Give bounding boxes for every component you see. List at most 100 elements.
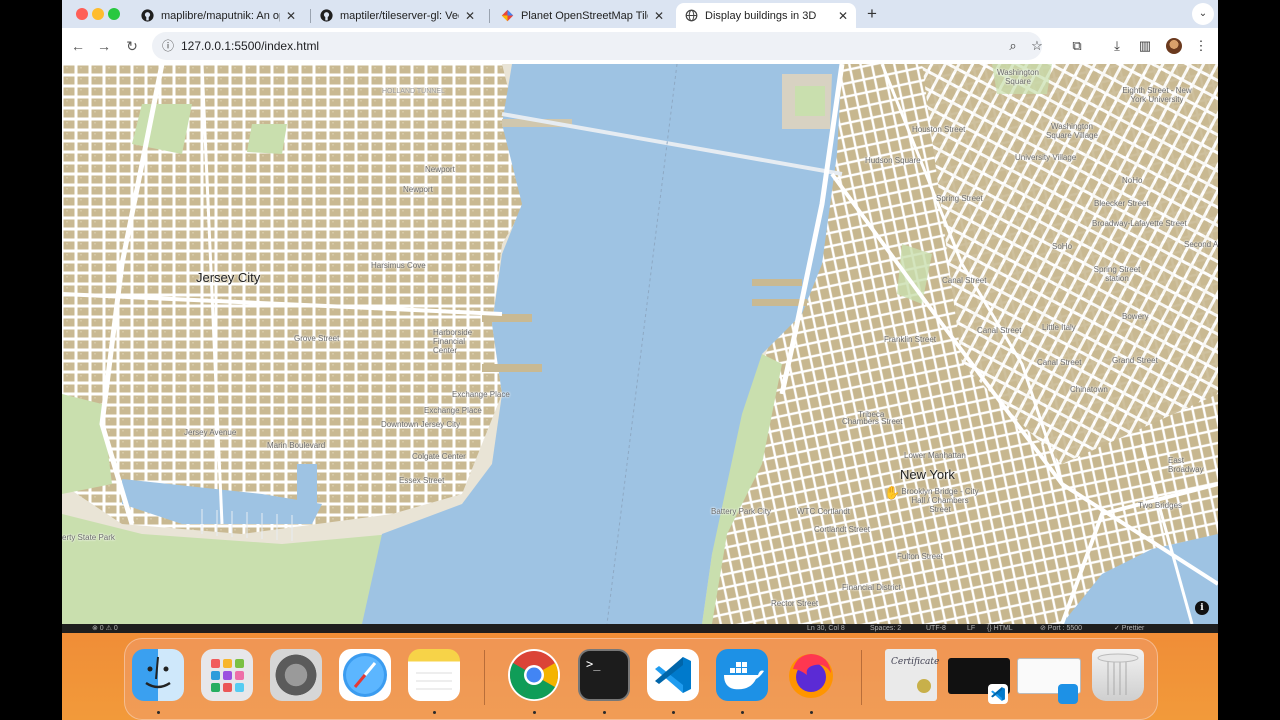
info-icon[interactable]: i xyxy=(1195,601,1209,615)
map-label: Chinatown xyxy=(1070,385,1108,394)
profile-avatar[interactable] xyxy=(1166,38,1182,54)
tab-search-button[interactable]: ⌄ xyxy=(1192,3,1214,25)
vscode-icon[interactable] xyxy=(647,649,699,701)
certificate-icon[interactable]: Certificate xyxy=(885,649,939,701)
language-mode[interactable]: {} HTML xyxy=(987,624,1013,633)
map-label: Canal Street xyxy=(942,276,987,285)
back-button[interactable]: ← xyxy=(69,37,87,55)
encoding[interactable]: UTF-8 xyxy=(926,624,946,633)
map-label: Spring Street station xyxy=(1093,265,1141,283)
map-label: Eighth Street - New York University xyxy=(1122,86,1192,104)
city-label: Jersey City xyxy=(196,270,261,285)
chrome-icon[interactable] xyxy=(508,649,560,701)
map-label: Grove Street xyxy=(294,334,340,343)
cursor-position[interactable]: Ln 30, Col 8 xyxy=(807,624,845,633)
osm-icon xyxy=(500,9,514,23)
zoom-window-button[interactable] xyxy=(108,8,120,20)
map-label: Two Bridges xyxy=(1138,501,1183,510)
github-icon xyxy=(140,9,154,23)
map-label: Grand Street xyxy=(1112,356,1158,365)
hand-cursor-icon: ✋ xyxy=(884,485,901,500)
tab-planet-osm[interactable]: Planet OpenStreetMap Tiles, i ✕ xyxy=(492,3,672,28)
map-label: Colgate Center xyxy=(412,452,466,461)
problems-indicator[interactable]: ⊗ 0 ⚠ 0 xyxy=(92,624,118,633)
map-label: Washington Square Village xyxy=(1046,122,1098,140)
terminal-icon[interactable]: >_ xyxy=(578,649,630,701)
tab-title: Display buildings in 3D xyxy=(705,9,817,22)
zoom-icon[interactable]: ⌕ xyxy=(1005,38,1021,54)
address-bar[interactable]: ⓘ 127.0.0.1:5500/index.html ⌕ ☆ xyxy=(152,32,1045,60)
tab-title: maptiler/tileserver-gl: Vector xyxy=(340,9,459,22)
tab-tileserver[interactable]: maptiler/tileserver-gl: Vector ✕ xyxy=(311,3,483,28)
map-label: Canal Street xyxy=(1037,358,1082,367)
map-label: Bowery xyxy=(1122,312,1149,321)
map-label: Exchange Place xyxy=(424,406,482,415)
close-tab-icon[interactable]: ✕ xyxy=(838,9,848,23)
map-label: Harborside Financial Center xyxy=(433,328,473,355)
map-label: Houston Street xyxy=(912,125,966,134)
notes-icon[interactable] xyxy=(408,649,460,701)
map-label: Jersey Avenue xyxy=(184,428,237,437)
menu-icon[interactable]: ⋮ xyxy=(1193,38,1209,54)
url-text[interactable]: 127.0.0.1:5500/index.html xyxy=(181,39,319,53)
close-tab-icon[interactable]: ✕ xyxy=(654,9,664,23)
tab-title: maplibre/maputnik: An open s xyxy=(161,9,280,22)
map-label: East Broadway xyxy=(1168,456,1204,474)
map-label: Marin Boulevard xyxy=(267,441,326,450)
extensions-icon[interactable]: ⧉ xyxy=(1069,38,1085,54)
close-window-button[interactable] xyxy=(76,8,88,20)
globe-icon xyxy=(684,9,698,23)
map-label: Financial District xyxy=(842,583,901,592)
map-label: Harsimus Cove xyxy=(371,261,426,270)
map-label: SoHo xyxy=(1052,242,1073,251)
map-label: Essex Street xyxy=(399,476,445,485)
tab-display-buildings[interactable]: Display buildings in 3D ✕ xyxy=(676,3,856,28)
map-label: Cortlandt Street xyxy=(814,525,871,534)
site-info-icon[interactable]: ⓘ xyxy=(160,38,176,54)
map-label: Franklin Street xyxy=(884,335,937,344)
safari-icon[interactable] xyxy=(339,649,391,701)
map-label: Bleecker Street xyxy=(1094,199,1149,208)
map-label: WTC Cortlandt xyxy=(797,507,850,516)
close-tab-icon[interactable]: ✕ xyxy=(465,9,475,23)
map-label: HOLLAND TUNNEL xyxy=(382,88,445,95)
map-canvas[interactable]: Jersey City New York Newport Newport Har… xyxy=(62,64,1218,624)
github-icon xyxy=(319,9,333,23)
line-ending[interactable]: LF xyxy=(967,624,975,633)
city-label: New York xyxy=(900,467,955,482)
map-svg xyxy=(62,64,1218,624)
map-label: Brooklyn Bridge - City Hall / Chambers S… xyxy=(901,487,979,514)
map-label: Downtown Jersey City xyxy=(381,420,461,429)
map-label: Lower Manhattan xyxy=(904,451,966,460)
new-tab-button[interactable]: + xyxy=(862,4,882,24)
live-server-port[interactable]: ⊘ Port : 5500 xyxy=(1040,624,1082,633)
finder-icon[interactable] xyxy=(132,649,184,701)
docker-icon[interactable] xyxy=(716,649,768,701)
side-panel-icon[interactable]: ▥ xyxy=(1137,38,1153,54)
system-settings-icon[interactable] xyxy=(270,649,322,701)
map-label: Little Italy xyxy=(1042,323,1076,332)
tab-bar: maplibre/maputnik: An open s ✕ maptiler/… xyxy=(62,0,1218,28)
map-label: NoHo xyxy=(1122,176,1143,185)
map-label: Second Ave xyxy=(1184,240,1218,249)
map-label: Exchange Place xyxy=(452,390,510,399)
browser-toolbar: ← → ↻ ⓘ 127.0.0.1:5500/index.html ⌕ ☆ ⧉ … xyxy=(62,28,1218,65)
map-label: Rector Street xyxy=(771,599,819,608)
launchpad-icon[interactable] xyxy=(201,649,253,701)
bookmark-star-icon[interactable]: ☆ xyxy=(1029,38,1045,54)
map-label: University Village xyxy=(1015,153,1077,162)
prettier-status[interactable]: ✓ Prettier xyxy=(1114,624,1144,633)
forward-button[interactable]: → xyxy=(95,37,113,55)
downloads-icon[interactable]: ⤓ xyxy=(1109,38,1125,54)
tab-maputnik[interactable]: maplibre/maputnik: An open s ✕ xyxy=(132,3,304,28)
map-label: Newport xyxy=(425,165,455,174)
trash-icon[interactable] xyxy=(1092,649,1144,701)
indent-setting[interactable]: Spaces: 2 xyxy=(870,624,901,633)
map-label: Chambers Street xyxy=(842,417,903,426)
minimize-window-button[interactable] xyxy=(92,8,104,20)
map-label: Fulton Street xyxy=(897,552,943,561)
editor-status-bar: ⊗ 0 ⚠ 0 Ln 30, Col 8 Spaces: 2 UTF-8 LF … xyxy=(62,624,1218,633)
reload-button[interactable]: ↻ xyxy=(123,37,141,55)
close-tab-icon[interactable]: ✕ xyxy=(286,9,296,23)
firefox-icon[interactable] xyxy=(785,649,837,701)
